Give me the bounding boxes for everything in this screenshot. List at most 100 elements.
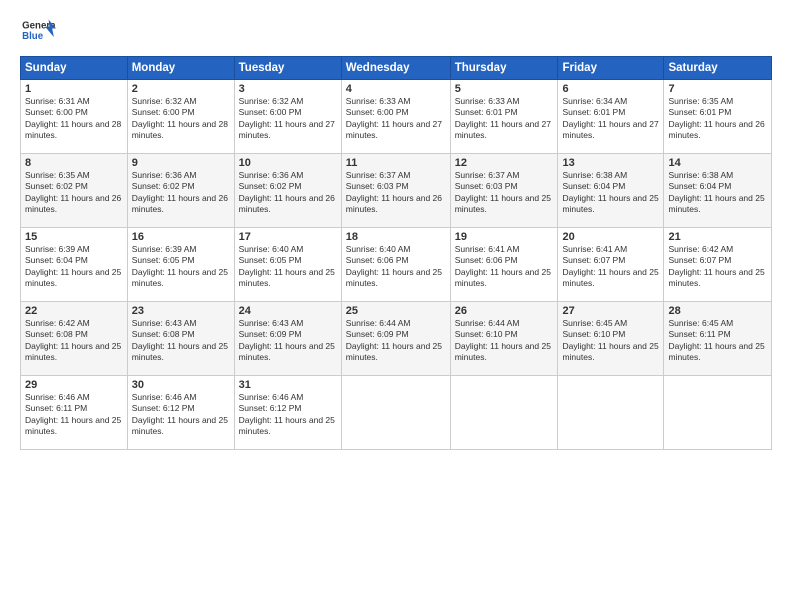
- day-number: 13: [562, 157, 659, 169]
- calendar-cell: 19Sunrise: 6:41 AMSunset: 6:06 PMDayligh…: [450, 228, 558, 302]
- calendar-cell: 7Sunrise: 6:35 AMSunset: 6:01 PMDaylight…: [664, 80, 772, 154]
- day-number: 2: [132, 83, 230, 95]
- calendar-cell: 1Sunrise: 6:31 AMSunset: 6:00 PMDaylight…: [21, 80, 128, 154]
- day-info: Sunrise: 6:35 AMSunset: 6:01 PMDaylight:…: [668, 96, 767, 142]
- day-number: 23: [132, 305, 230, 317]
- day-number: 10: [239, 157, 337, 169]
- day-number: 21: [668, 231, 767, 243]
- day-number: 18: [346, 231, 446, 243]
- day-number: 31: [239, 379, 337, 391]
- day-info: Sunrise: 6:42 AMSunset: 6:07 PMDaylight:…: [668, 244, 767, 290]
- day-info: Sunrise: 6:33 AMSunset: 6:00 PMDaylight:…: [346, 96, 446, 142]
- day-number: 9: [132, 157, 230, 169]
- calendar-cell: 27Sunrise: 6:45 AMSunset: 6:10 PMDayligh…: [558, 302, 664, 376]
- week-row-4: 29Sunrise: 6:46 AMSunset: 6:11 PMDayligh…: [21, 376, 772, 450]
- week-row-0: 1Sunrise: 6:31 AMSunset: 6:00 PMDaylight…: [21, 80, 772, 154]
- calendar-cell: 5Sunrise: 6:33 AMSunset: 6:01 PMDaylight…: [450, 80, 558, 154]
- calendar-cell: 4Sunrise: 6:33 AMSunset: 6:00 PMDaylight…: [341, 80, 450, 154]
- day-number: 6: [562, 83, 659, 95]
- week-row-2: 15Sunrise: 6:39 AMSunset: 6:04 PMDayligh…: [21, 228, 772, 302]
- day-number: 14: [668, 157, 767, 169]
- day-info: Sunrise: 6:42 AMSunset: 6:08 PMDaylight:…: [25, 318, 123, 364]
- day-number: 3: [239, 83, 337, 95]
- day-info: Sunrise: 6:36 AMSunset: 6:02 PMDaylight:…: [132, 170, 230, 216]
- day-info: Sunrise: 6:41 AMSunset: 6:07 PMDaylight:…: [562, 244, 659, 290]
- day-info: Sunrise: 6:45 AMSunset: 6:11 PMDaylight:…: [668, 318, 767, 364]
- calendar-cell: 23Sunrise: 6:43 AMSunset: 6:08 PMDayligh…: [127, 302, 234, 376]
- day-info: Sunrise: 6:40 AMSunset: 6:06 PMDaylight:…: [346, 244, 446, 290]
- calendar-cell: 12Sunrise: 6:37 AMSunset: 6:03 PMDayligh…: [450, 154, 558, 228]
- day-info: Sunrise: 6:34 AMSunset: 6:01 PMDaylight:…: [562, 96, 659, 142]
- day-info: Sunrise: 6:46 AMSunset: 6:12 PMDaylight:…: [132, 392, 230, 438]
- day-info: Sunrise: 6:40 AMSunset: 6:05 PMDaylight:…: [239, 244, 337, 290]
- calendar-cell: 3Sunrise: 6:32 AMSunset: 6:00 PMDaylight…: [234, 80, 341, 154]
- day-number: 27: [562, 305, 659, 317]
- day-number: 16: [132, 231, 230, 243]
- day-info: Sunrise: 6:44 AMSunset: 6:09 PMDaylight:…: [346, 318, 446, 364]
- calendar-cell: 31Sunrise: 6:46 AMSunset: 6:12 PMDayligh…: [234, 376, 341, 450]
- day-number: 24: [239, 305, 337, 317]
- calendar-cell: 13Sunrise: 6:38 AMSunset: 6:04 PMDayligh…: [558, 154, 664, 228]
- calendar-cell: 26Sunrise: 6:44 AMSunset: 6:10 PMDayligh…: [450, 302, 558, 376]
- day-header-sunday: Sunday: [21, 57, 128, 80]
- calendar-cell: [664, 376, 772, 450]
- calendar-cell: 6Sunrise: 6:34 AMSunset: 6:01 PMDaylight…: [558, 80, 664, 154]
- day-number: 15: [25, 231, 123, 243]
- day-number: 25: [346, 305, 446, 317]
- day-header-tuesday: Tuesday: [234, 57, 341, 80]
- day-info: Sunrise: 6:43 AMSunset: 6:08 PMDaylight:…: [132, 318, 230, 364]
- day-number: 30: [132, 379, 230, 391]
- day-info: Sunrise: 6:38 AMSunset: 6:04 PMDaylight:…: [562, 170, 659, 216]
- day-header-friday: Friday: [558, 57, 664, 80]
- day-info: Sunrise: 6:43 AMSunset: 6:09 PMDaylight:…: [239, 318, 337, 364]
- calendar-cell: [558, 376, 664, 450]
- day-number: 8: [25, 157, 123, 169]
- logo: General Blue: [20, 16, 56, 46]
- day-info: Sunrise: 6:37 AMSunset: 6:03 PMDaylight:…: [346, 170, 446, 216]
- calendar-cell: 14Sunrise: 6:38 AMSunset: 6:04 PMDayligh…: [664, 154, 772, 228]
- calendar-cell: 18Sunrise: 6:40 AMSunset: 6:06 PMDayligh…: [341, 228, 450, 302]
- day-number: 29: [25, 379, 123, 391]
- day-number: 20: [562, 231, 659, 243]
- day-info: Sunrise: 6:35 AMSunset: 6:02 PMDaylight:…: [25, 170, 123, 216]
- calendar-cell: 17Sunrise: 6:40 AMSunset: 6:05 PMDayligh…: [234, 228, 341, 302]
- calendar-cell: 11Sunrise: 6:37 AMSunset: 6:03 PMDayligh…: [341, 154, 450, 228]
- calendar-header-row: SundayMondayTuesdayWednesdayThursdayFrid…: [21, 57, 772, 80]
- day-info: Sunrise: 6:46 AMSunset: 6:12 PMDaylight:…: [239, 392, 337, 438]
- day-info: Sunrise: 6:39 AMSunset: 6:05 PMDaylight:…: [132, 244, 230, 290]
- week-row-3: 22Sunrise: 6:42 AMSunset: 6:08 PMDayligh…: [21, 302, 772, 376]
- day-info: Sunrise: 6:41 AMSunset: 6:06 PMDaylight:…: [455, 244, 554, 290]
- day-info: Sunrise: 6:33 AMSunset: 6:01 PMDaylight:…: [455, 96, 554, 142]
- day-number: 26: [455, 305, 554, 317]
- header: General Blue: [20, 16, 772, 46]
- calendar-table: SundayMondayTuesdayWednesdayThursdayFrid…: [20, 56, 772, 450]
- calendar-cell: 25Sunrise: 6:44 AMSunset: 6:09 PMDayligh…: [341, 302, 450, 376]
- calendar-cell: 8Sunrise: 6:35 AMSunset: 6:02 PMDaylight…: [21, 154, 128, 228]
- calendar-cell: 20Sunrise: 6:41 AMSunset: 6:07 PMDayligh…: [558, 228, 664, 302]
- day-info: Sunrise: 6:45 AMSunset: 6:10 PMDaylight:…: [562, 318, 659, 364]
- calendar-cell: 16Sunrise: 6:39 AMSunset: 6:05 PMDayligh…: [127, 228, 234, 302]
- day-number: 12: [455, 157, 554, 169]
- day-info: Sunrise: 6:31 AMSunset: 6:00 PMDaylight:…: [25, 96, 123, 142]
- calendar-cell: 15Sunrise: 6:39 AMSunset: 6:04 PMDayligh…: [21, 228, 128, 302]
- page: General Blue SundayMondayTuesdayWednesda…: [0, 0, 792, 612]
- day-number: 1: [25, 83, 123, 95]
- day-info: Sunrise: 6:39 AMSunset: 6:04 PMDaylight:…: [25, 244, 123, 290]
- day-number: 22: [25, 305, 123, 317]
- calendar-cell: 2Sunrise: 6:32 AMSunset: 6:00 PMDaylight…: [127, 80, 234, 154]
- day-number: 5: [455, 83, 554, 95]
- day-number: 17: [239, 231, 337, 243]
- day-number: 28: [668, 305, 767, 317]
- day-number: 4: [346, 83, 446, 95]
- day-info: Sunrise: 6:46 AMSunset: 6:11 PMDaylight:…: [25, 392, 123, 438]
- day-info: Sunrise: 6:36 AMSunset: 6:02 PMDaylight:…: [239, 170, 337, 216]
- day-number: 11: [346, 157, 446, 169]
- day-info: Sunrise: 6:38 AMSunset: 6:04 PMDaylight:…: [668, 170, 767, 216]
- calendar-cell: [450, 376, 558, 450]
- calendar-cell: 24Sunrise: 6:43 AMSunset: 6:09 PMDayligh…: [234, 302, 341, 376]
- week-row-1: 8Sunrise: 6:35 AMSunset: 6:02 PMDaylight…: [21, 154, 772, 228]
- day-header-thursday: Thursday: [450, 57, 558, 80]
- calendar-cell: [341, 376, 450, 450]
- day-number: 7: [668, 83, 767, 95]
- calendar-cell: 30Sunrise: 6:46 AMSunset: 6:12 PMDayligh…: [127, 376, 234, 450]
